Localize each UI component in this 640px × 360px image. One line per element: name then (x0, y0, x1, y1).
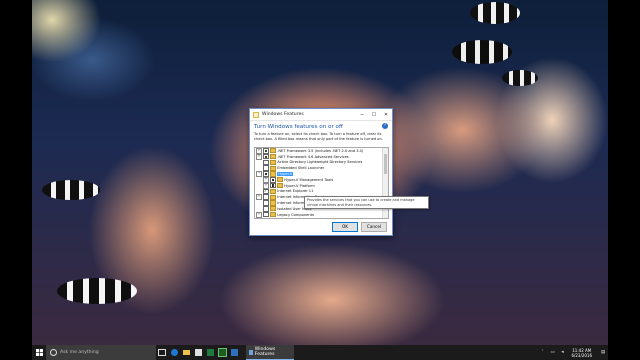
close-button[interactable]: ✕ (380, 109, 392, 120)
feature-label: Legacy Components (277, 212, 314, 217)
feature-row[interactable]: + Legacy Components (255, 211, 388, 218)
feature-label: Hyper-V Management Tools (284, 177, 334, 182)
windows-features-icon (253, 111, 259, 118)
windows-logo-icon (35, 349, 43, 356)
folder-icon (269, 148, 276, 154)
dialog-heading: Turn Windows features on or off (254, 124, 343, 130)
search-placeholder: Ask me anything (60, 350, 99, 355)
taskbar-windows-features[interactable]: Windows Features (246, 345, 294, 360)
folder-icon (269, 171, 276, 177)
windows-features-taskbar-icon (249, 349, 253, 355)
scrollbar-thumb[interactable] (384, 154, 387, 174)
clock[interactable]: 11:42 AM 6/23/2016 (571, 348, 592, 358)
folder-icon (269, 154, 276, 160)
edge-icon[interactable] (168, 345, 180, 360)
feature-label: Active Directory Lightweight Directory S… (277, 160, 363, 165)
video-frame: Windows Features ─ ☐ ✕ Turn Windows feat… (0, 0, 640, 360)
folder-icon (276, 183, 283, 189)
feature-label: Embedded Shell Launcher (277, 166, 325, 171)
dialog-description: To turn a feature on, select its check b… (254, 132, 383, 141)
start-button[interactable] (32, 345, 46, 360)
feature-label: .NET Framework 4.6 Advanced Services (277, 154, 349, 159)
wallpaper-fish (502, 70, 538, 86)
dialog-title: Windows Features (262, 112, 304, 117)
folder-icon (269, 188, 276, 195)
maximize-button[interactable]: ☐ (368, 109, 380, 120)
cancel-button[interactable]: Cancel (361, 222, 387, 232)
wallpaper-fish (470, 2, 520, 24)
network-icon[interactable]: ▭ (549, 350, 555, 356)
folder-icon (276, 177, 283, 183)
windows-features-dialog: Windows Features ─ ☐ ✕ Turn Windows feat… (249, 108, 393, 236)
feature-label: Hyper-V (277, 172, 294, 177)
minimize-button[interactable]: ─ (356, 109, 368, 120)
store-icon[interactable] (192, 345, 204, 360)
action-center-icon[interactable]: ▤ (600, 350, 606, 356)
active-app-label: Windows Features (254, 347, 276, 357)
clock-date: 6/23/2016 (571, 352, 592, 358)
feature-tooltip: Provides the services that you can use t… (304, 196, 429, 209)
show-hidden-icons-icon[interactable]: ˄ (539, 350, 545, 356)
clock-time: 11:42 AM (572, 347, 592, 353)
onenote-icon[interactable] (216, 345, 228, 360)
excel-icon[interactable] (204, 345, 216, 360)
cortana-circle-icon (50, 349, 57, 356)
wallpaper-fish (452, 40, 512, 64)
feature-label: Internet Explorer 11 (277, 189, 314, 194)
control-panel-icon[interactable] (228, 345, 240, 360)
feature-label: .NET Framework 3.5 (includes .NET 2.0 an… (277, 148, 364, 153)
folder-icon (269, 212, 276, 218)
task-view-icon[interactable] (156, 345, 168, 360)
dialog-titlebar[interactable]: Windows Features ─ ☐ ✕ (250, 109, 392, 121)
system-tray: ˄ ▭ ◂ 11:42 AM 6/23/2016 ▤ (537, 345, 608, 360)
cortana-search-box[interactable]: Ask me anything (46, 345, 156, 360)
wallpaper-fish (57, 278, 137, 304)
help-icon[interactable]: ? (382, 123, 388, 129)
folder-icon (269, 165, 276, 171)
folder-icon (269, 200, 276, 206)
volume-icon[interactable]: ◂ (559, 350, 565, 356)
folder-icon (269, 206, 276, 212)
expand-toggle-icon[interactable]: + (256, 211, 262, 218)
ok-button[interactable]: OK (332, 222, 358, 232)
taskbar: Ask me anything Windows Features ˄ ▭ ◂ 1… (32, 345, 608, 360)
feature-checkbox[interactable] (263, 211, 269, 218)
folder-icon (269, 159, 276, 166)
wallpaper-fish (42, 180, 100, 200)
folder-icon (269, 194, 276, 200)
feature-label: Hyper-V Platform (284, 183, 315, 188)
file-explorer-icon[interactable] (180, 345, 192, 360)
